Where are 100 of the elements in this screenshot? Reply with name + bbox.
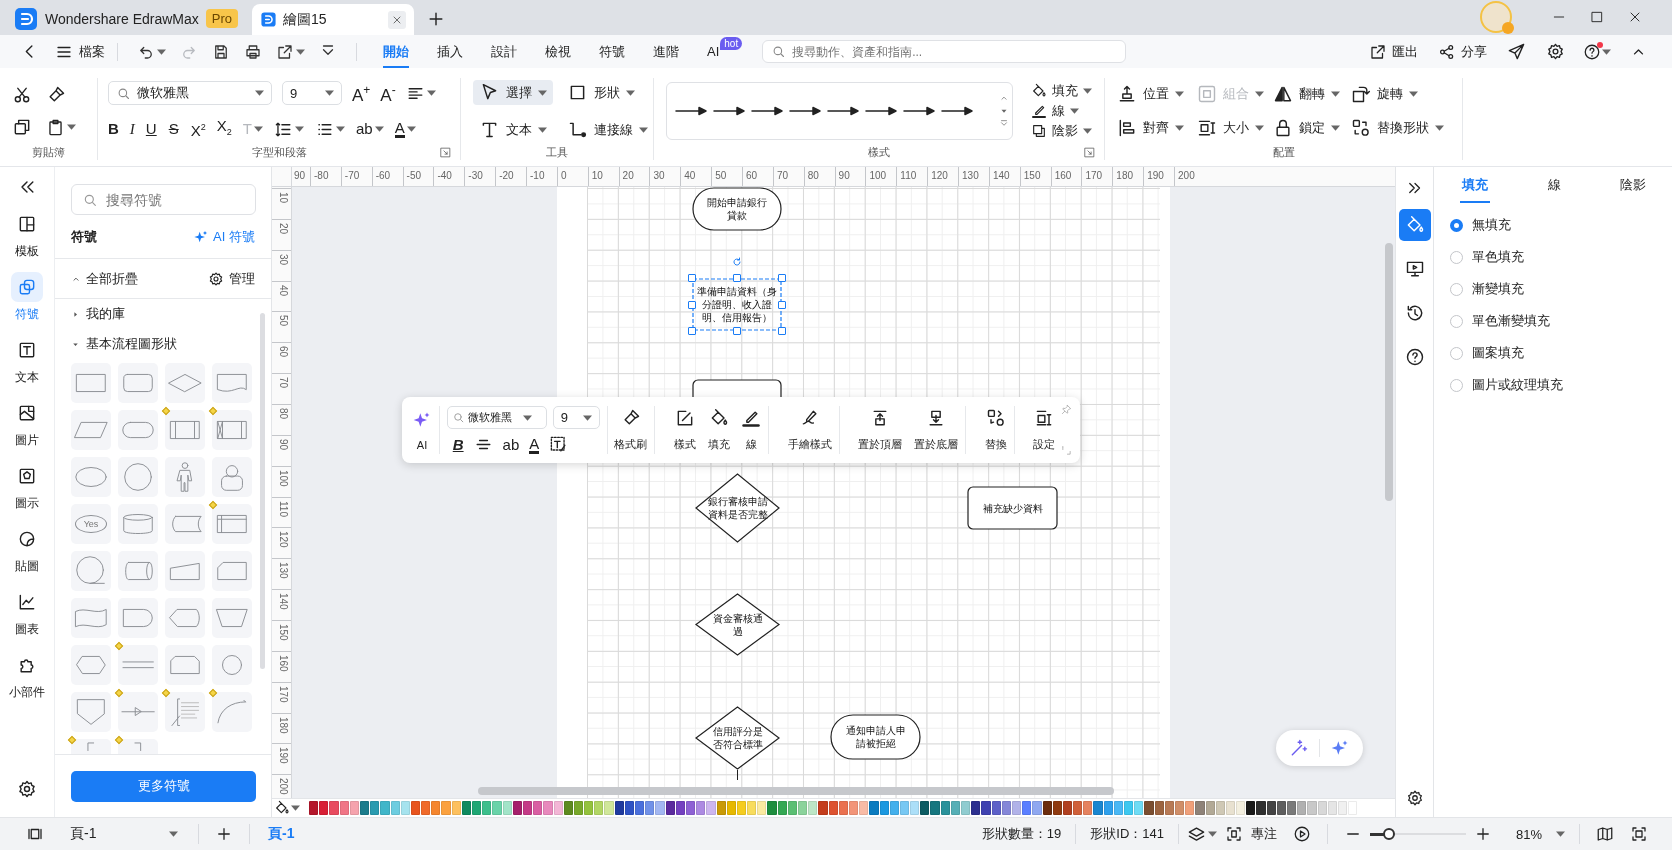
library-header[interactable]: 基本流程圖形狀 bbox=[71, 329, 177, 359]
ruler-label: 130 bbox=[958, 167, 989, 186]
toolbar-button[interactable]: 置於頂層 bbox=[858, 408, 903, 452]
toolbar-button[interactable]: 設定 bbox=[1033, 408, 1055, 452]
sidebar-item[interactable]: 模板 bbox=[11, 209, 43, 272]
font-size-input[interactable]: 9 bbox=[290, 83, 319, 103]
search-input[interactable]: 搜尋動作、資產和指南... bbox=[792, 42, 1118, 61]
group-title: 配置 bbox=[1272, 144, 1295, 160]
increase-font-button[interactable]: A$^{+}$ bbox=[352, 81, 371, 105]
bold-button[interactable]: B bbox=[452, 435, 464, 454]
ruler-label: 190 bbox=[272, 743, 291, 775]
search-field[interactable]: 搜尋動作、資產和指南... bbox=[762, 40, 1127, 63]
page-tab[interactable]: 頁-1 bbox=[258, 817, 305, 850]
tool-button[interactable]: 文本 bbox=[473, 117, 553, 142]
shape-text: 資金審核通過 bbox=[711, 611, 764, 638]
sidebar-item[interactable]: 圖表 bbox=[11, 587, 43, 650]
sidebar-item[interactable]: 符號 bbox=[11, 272, 43, 335]
font-size-field[interactable]: 9 bbox=[552, 406, 600, 429]
export-button[interactable]: 匯出 bbox=[1369, 42, 1418, 61]
arrange-button[interactable]: 替換形狀 bbox=[1351, 118, 1451, 138]
arrange-button[interactable]: 位置 bbox=[1117, 84, 1197, 104]
font-color-button[interactable]: A bbox=[529, 435, 540, 454]
document-tab[interactable]: 繪圖15 bbox=[252, 4, 415, 35]
tool-button[interactable]: 形狀 bbox=[561, 80, 641, 105]
fill-option[interactable]: 無填充 bbox=[1450, 209, 1672, 241]
menu-tab[interactable]: 開始 bbox=[383, 35, 409, 68]
share-button[interactable]: 分享 bbox=[1438, 42, 1487, 61]
sidebar-item[interactable]: 貼圖 bbox=[11, 524, 43, 587]
more-symbols-button[interactable]: 更多符號 bbox=[71, 770, 256, 802]
ruler-label: -80 bbox=[310, 167, 341, 186]
shape-tile[interactable]: Yes bbox=[71, 504, 111, 544]
font-field[interactable]: 微软雅黑 bbox=[108, 81, 272, 105]
manage-button[interactable]: 管理 bbox=[208, 269, 255, 288]
tool-button[interactable]: 選擇 bbox=[473, 80, 553, 105]
search-input[interactable]: 搜尋符號 bbox=[106, 186, 245, 213]
menu-tab[interactable]: AI hot bbox=[707, 35, 743, 68]
menu-tab[interactable]: 設計 bbox=[491, 35, 517, 68]
panel-tab[interactable]: 線 bbox=[1545, 167, 1563, 203]
font-field[interactable]: 微软雅黑 bbox=[446, 406, 547, 429]
fill-option[interactable]: 圖案填充 bbox=[1450, 337, 1672, 369]
arrange-button[interactable]: 對齊 bbox=[1117, 118, 1197, 138]
ruler-label: 20 bbox=[272, 218, 291, 250]
fill-option[interactable]: 單色填充 bbox=[1450, 241, 1672, 273]
arrange-button[interactable]: 鎖定 bbox=[1273, 118, 1351, 138]
zoom-menu[interactable]: 81% bbox=[1515, 826, 1565, 842]
subscript-button[interactable]: X$_{2}$ bbox=[216, 117, 232, 141]
ai-symbols-link[interactable]: AI 符號 bbox=[193, 227, 255, 246]
font-input[interactable]: 微软雅黑 bbox=[137, 83, 249, 103]
fill-option[interactable]: 單色漸變填充 bbox=[1450, 305, 1672, 337]
arrange-button[interactable]: 旋轉 bbox=[1351, 84, 1451, 104]
toolbar-button[interactable]: 填充 bbox=[707, 408, 730, 452]
menu-tab[interactable]: 插入 bbox=[437, 35, 463, 68]
bold-button[interactable]: B bbox=[108, 120, 119, 138]
menu-tab[interactable]: 符號 bbox=[599, 35, 625, 68]
focus-button[interactable]: 專注 bbox=[1224, 825, 1277, 843]
toolbar-button[interactable]: 手繪樣式 bbox=[787, 408, 832, 452]
sidebar-item[interactable]: 小部件 bbox=[9, 650, 45, 713]
underline-button[interactable]: U bbox=[145, 120, 157, 138]
decrease-font-button[interactable]: A$^{-}$ bbox=[380, 81, 396, 105]
collapse-all-button[interactable]: 全部折疊 bbox=[71, 269, 138, 288]
font-size-field[interactable]: 9 bbox=[282, 81, 342, 105]
superscript-button[interactable]: X$^{2}$ bbox=[190, 118, 206, 140]
page-menu[interactable]: 頁-1 bbox=[70, 825, 190, 843]
case-button[interactable]: ab bbox=[355, 120, 384, 138]
toolbar-button[interactable]: 樣式 bbox=[673, 408, 696, 452]
app-name: Wondershare EdrawMax bbox=[45, 10, 199, 27]
ruler-label: 110 bbox=[272, 496, 291, 528]
style-option-button[interactable]: 線 bbox=[1031, 102, 1092, 120]
shape-count: 形狀數量：19 bbox=[981, 825, 1062, 843]
case-button[interactable]: ab bbox=[502, 435, 520, 454]
ruler-label: 180 bbox=[1112, 167, 1144, 186]
font-input[interactable]: 微软雅黑 bbox=[467, 407, 520, 428]
file-menu[interactable]: 檔案 bbox=[55, 42, 105, 61]
toolbar-button[interactable]: 格式刷 bbox=[614, 408, 648, 452]
fill-option[interactable]: 圖片或紋理填充 bbox=[1450, 369, 1672, 401]
panel-tab[interactable]: 填充 bbox=[1460, 167, 1490, 203]
sidebar-item[interactable]: 圖片 bbox=[11, 398, 43, 461]
style-option-button[interactable]: 填充 bbox=[1031, 82, 1092, 100]
toolbar-button[interactable]: 替換 bbox=[984, 408, 1007, 452]
toolbar-button[interactable]: 置於底層 bbox=[914, 408, 959, 452]
panel-tab[interactable]: 陰影 bbox=[1618, 167, 1648, 203]
ruler-label: 100 bbox=[865, 167, 897, 186]
sidebar-item[interactable]: 圖示 bbox=[11, 461, 43, 524]
ruler-label: -30 bbox=[464, 167, 496, 186]
italic-button[interactable]: I bbox=[129, 120, 135, 138]
font-size-input[interactable]: 9 bbox=[560, 407, 577, 428]
panel-title: 符號 bbox=[71, 227, 97, 246]
arrange-button[interactable]: 大小 bbox=[1197, 118, 1273, 138]
tool-button[interactable]: 連接線 bbox=[561, 117, 654, 142]
style-option-button[interactable]: 陰影 bbox=[1031, 122, 1092, 140]
toolbar-button[interactable]: 線 bbox=[741, 408, 762, 452]
arrange-button[interactable]: 翻轉 bbox=[1273, 84, 1351, 104]
menu-tab[interactable]: 進階 bbox=[653, 35, 679, 68]
ai-button[interactable]: AI bbox=[412, 409, 432, 451]
menu-tab[interactable]: 檢視 bbox=[545, 35, 571, 68]
fill-option[interactable]: 漸變填充 bbox=[1450, 273, 1672, 305]
library-header[interactable]: 我的庫 bbox=[71, 299, 125, 329]
font-color-button[interactable]: A bbox=[394, 120, 416, 138]
search-field[interactable]: 搜尋符號 bbox=[71, 184, 256, 215]
sidebar-item[interactable]: 文本 bbox=[11, 335, 43, 398]
